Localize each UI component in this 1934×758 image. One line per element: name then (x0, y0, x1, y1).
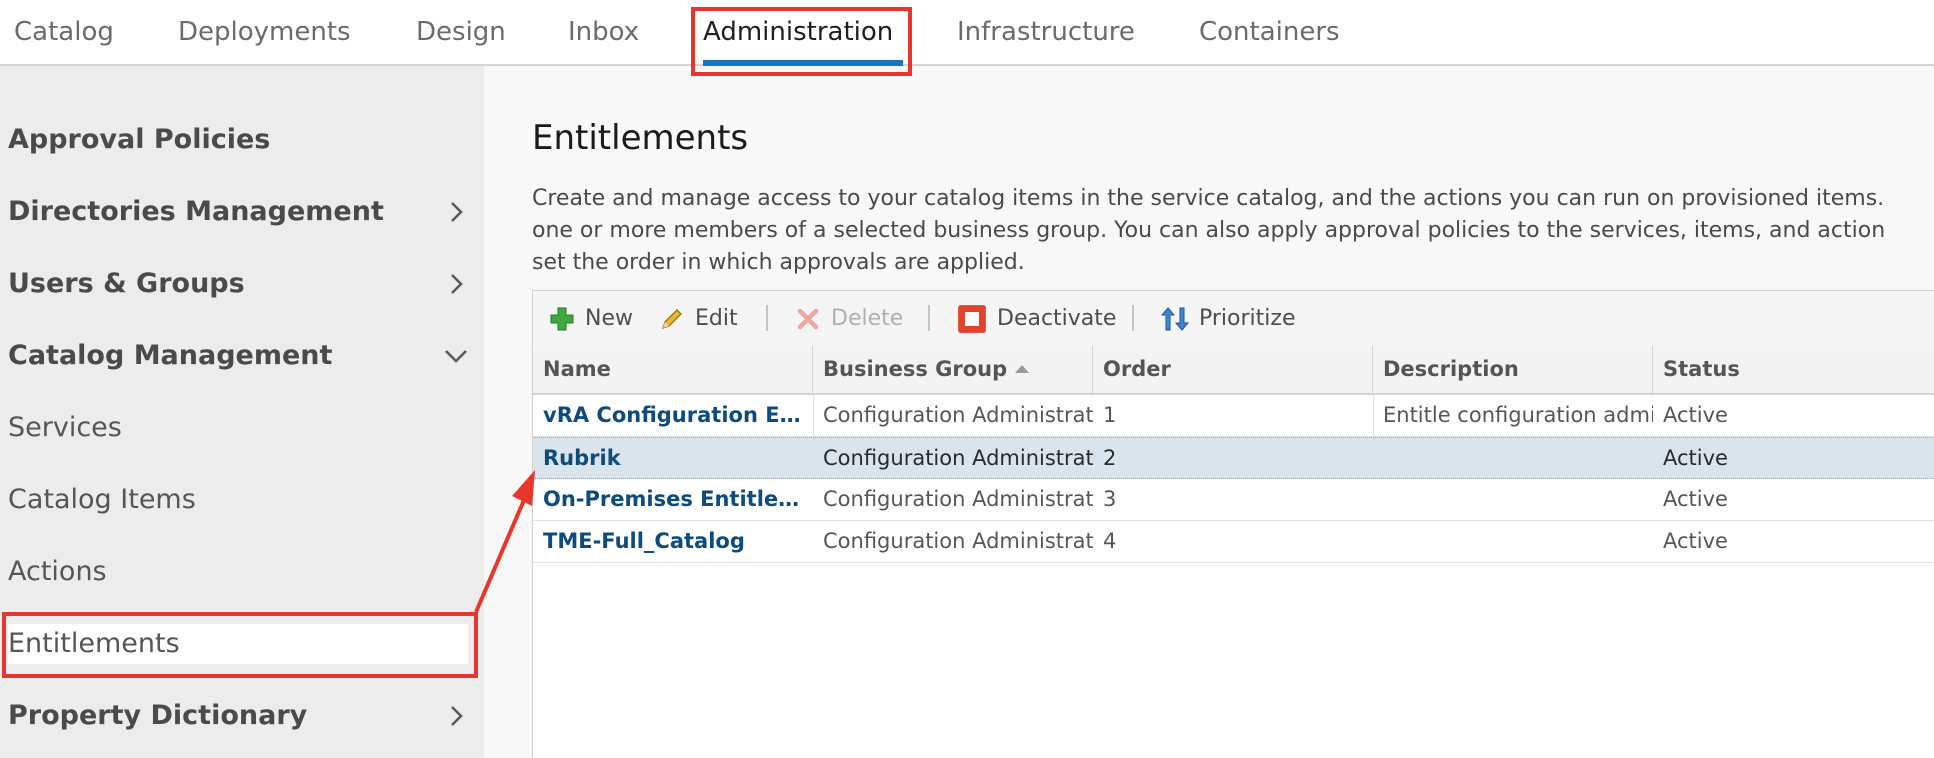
status-cell: Active (1663, 487, 1728, 511)
new-button[interactable]: New (549, 303, 639, 335)
sidebar-item-label: Catalog Management (8, 340, 333, 371)
table-header: Name Business Group Order Description St… (533, 346, 1934, 395)
entitlement-name-link[interactable]: vRA Configuration Enti... (533, 395, 813, 435)
prioritize-label: Prioritize (1199, 306, 1296, 331)
column-divider (813, 395, 814, 437)
column-header-business-group[interactable]: Business Group (813, 346, 1093, 393)
description-cell: Entitle configuration admi (1383, 403, 1653, 427)
table-row[interactable]: On-Premises Entitleme... Configuration A… (533, 479, 1934, 521)
status-cell: Active (1663, 529, 1728, 553)
sidebar-item-label: Approval Policies (8, 124, 271, 155)
tab-administration[interactable]: Administration (703, 14, 893, 50)
deactivate-button[interactable]: Deactivate (957, 303, 1117, 335)
description-cell (1373, 521, 1653, 561)
status-cell: Active (1663, 446, 1728, 470)
toolbar-divider (928, 305, 930, 331)
column-divider (1373, 395, 1374, 437)
description-cell (1373, 438, 1653, 478)
status-cell: Active (1663, 403, 1728, 427)
edit-button[interactable]: Edit (659, 303, 739, 335)
tab-infrastructure[interactable]: Infrastructure (957, 14, 1135, 50)
column-header-description[interactable]: Description (1373, 346, 1653, 393)
description-cell (1373, 479, 1653, 519)
business-group-cell: Configuration Administrat (823, 487, 1093, 511)
delete-button[interactable]: Delete (795, 303, 907, 335)
sidebar-item-label: Actions (8, 556, 107, 587)
chevron-down-icon (445, 350, 467, 363)
stop-icon (958, 305, 986, 333)
tab-inbox[interactable]: Inbox (568, 14, 639, 50)
sidebar-item-label: Catalog Items (8, 484, 196, 515)
business-group-cell: Configuration Administrat (823, 529, 1093, 553)
plus-icon (550, 307, 574, 331)
chevron-right-icon (451, 274, 463, 294)
deactivate-label: Deactivate (997, 306, 1117, 331)
sidebar-item-label: Directories Management (8, 196, 384, 227)
sidebar-item-property-dictionary[interactable]: Property Dictionary (8, 696, 468, 736)
new-label: New (585, 306, 633, 331)
sidebar-item-catalog-items[interactable]: Catalog Items (8, 480, 468, 520)
edit-label: Edit (695, 306, 738, 331)
business-group-cell: Configuration Administrat (823, 446, 1093, 470)
toolbar-divider (766, 305, 768, 331)
page-description-line: Create and manage access to your catalog… (532, 186, 1885, 211)
pencil-icon (662, 309, 682, 329)
chevron-right-icon (451, 202, 463, 222)
entitlement-name-link[interactable]: On-Premises Entitleme... (533, 479, 813, 519)
entitlement-name-link[interactable]: TME-Full_Catalog (533, 521, 813, 561)
column-header-status[interactable]: Status (1653, 346, 1934, 393)
page-description-line: one or more members of a selected busine… (532, 218, 1886, 243)
column-header-order[interactable]: Order (1093, 346, 1373, 393)
sidebar-item-services[interactable]: Services (8, 408, 468, 448)
page-title: Entitlements (532, 118, 749, 158)
grid-toolbar: New Edit Delete Deactivate Prioritize (533, 291, 1934, 347)
x-icon (797, 308, 819, 330)
sidebar-item-entitlements[interactable]: Entitlements (8, 624, 468, 664)
toolbar-divider (1132, 305, 1134, 331)
sidebar-item-actions[interactable]: Actions (8, 552, 468, 592)
chevron-right-icon (451, 706, 463, 726)
entitlements-grid: New Edit Delete Deactivate Prioritize Na… (532, 290, 1934, 758)
tab-containers[interactable]: Containers (1199, 14, 1340, 50)
sidebar-item-label: Property Dictionary (8, 700, 308, 731)
sidebar-item-label: Entitlements (8, 628, 180, 659)
sort-ascending-icon (1015, 365, 1030, 373)
sidebar-item-label: Services (8, 412, 122, 443)
tab-design[interactable]: Design (416, 14, 506, 50)
sidebar: Approval Policies Directories Management… (0, 66, 484, 758)
order-cell: 1 (1103, 403, 1117, 427)
main-content: Entitlements Create and manage access to… (484, 66, 1934, 758)
table-row[interactable]: TME-Full_Catalog Configuration Administr… (533, 521, 1934, 563)
delete-label: Delete (831, 306, 904, 331)
tab-deployments[interactable]: Deployments (178, 14, 351, 50)
table-row[interactable]: Rubrik Configuration Administrat 2 Activ… (533, 437, 1934, 479)
sidebar-item-catalog-management[interactable]: Catalog Management (8, 336, 468, 376)
prioritize-button[interactable]: Prioritize (1159, 303, 1309, 335)
order-cell: 4 (1103, 529, 1117, 553)
page-description-line: set the order in which approvals are app… (532, 250, 1025, 275)
entitlement-name-link[interactable]: Rubrik (533, 438, 813, 478)
order-cell: 2 (1103, 446, 1117, 470)
sidebar-item-users-groups[interactable]: Users & Groups (8, 264, 468, 304)
business-group-cell: Configuration Administrat (823, 403, 1093, 427)
sidebar-item-directories-management[interactable]: Directories Management (8, 192, 468, 232)
top-navigation: Catalog Deployments Design Inbox Adminis… (0, 0, 1934, 66)
table-row[interactable]: vRA Configuration Enti... Configuration … (533, 395, 1934, 437)
tab-catalog[interactable]: Catalog (14, 14, 114, 50)
sidebar-item-label: Users & Groups (8, 268, 245, 299)
order-cell: 3 (1103, 487, 1117, 511)
prioritize-arrows-icon (1160, 307, 1190, 331)
column-header-name[interactable]: Name (533, 346, 813, 393)
sidebar-item-approval-policies[interactable]: Approval Policies (8, 120, 468, 160)
